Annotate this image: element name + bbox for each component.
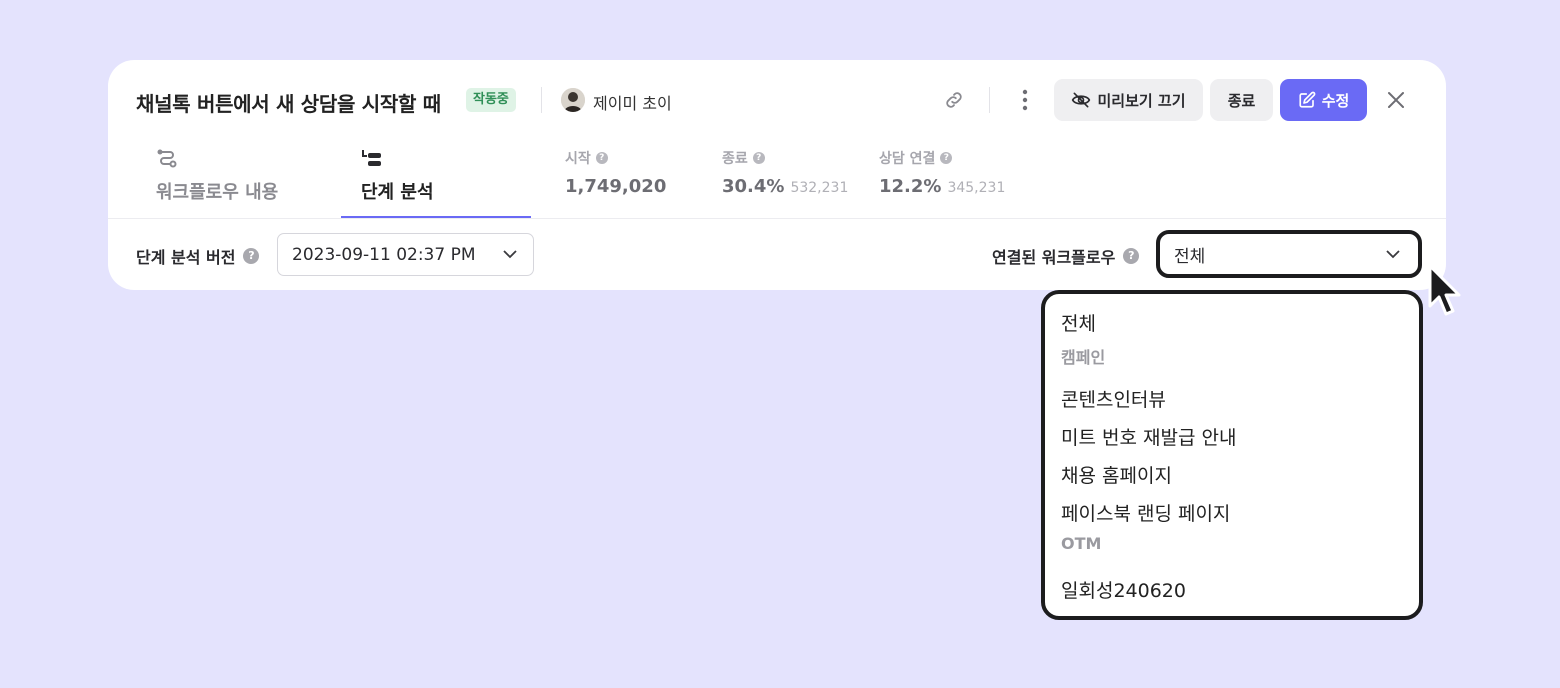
stat-label: 상담 연결 [879,151,936,167]
help-icon[interactable]: ? [595,152,608,164]
stat-value: 12.2% [879,176,942,197]
step-analysis-icon [361,148,383,174]
edit-icon [1299,91,1316,108]
tab-bar: 워크플로우 내용 단계 분석 시작? 1,749,020 종료? 30.4% 53… [108,144,1446,218]
workflow-filter-label: 연결된 워크플로우 ? [992,244,1140,268]
dropdown-group-otm: OTM [1061,534,1102,553]
more-vertical-icon [1022,89,1028,111]
stat-consult-connected: 상담 연결? 12.2% 345,231 [879,148,1005,197]
version-label: 단계 분석 버전 [136,248,236,267]
preview-off-button[interactable]: 미리보기 끄기 [1054,79,1203,121]
stat-count: 532,231 [790,180,849,196]
divider [989,87,990,113]
version-filter-label: 단계 분석 버전 ? [136,244,260,268]
workflow-select-value: 전체 [1174,246,1206,267]
workflow-panel: 채널톡 버튼에서 새 상담을 시작할 때 작동중 제이미 초이 미리보기 끄기 … [108,60,1446,290]
help-icon[interactable]: ? [1123,248,1140,264]
copy-link-button[interactable] [940,86,968,114]
dropdown-option[interactable]: 페이스북 랜딩 페이지 [1061,499,1230,526]
version-select[interactable]: 2023-09-11 02:37 PM [277,233,534,276]
edit-button[interactable]: 수정 [1280,79,1367,121]
edit-label: 수정 [1321,91,1350,110]
owner-name: 제이미 초이 [593,94,672,113]
stat-label: 시작 [565,151,591,167]
version-select-value: 2023-09-11 02:37 PM [292,244,476,265]
link-icon [946,92,962,108]
dropdown-option-all[interactable]: 전체 [1061,309,1096,336]
status-badge: 작동중 [466,88,516,112]
workflow-dropdown-menu: 전체 캠페인 콘텐츠인터뷰 미트 번호 재발급 안내 채용 홈페이지 페이스북 … [1041,290,1423,620]
preview-off-label: 미리보기 끄기 [1097,91,1186,110]
workflow-select[interactable]: 전체 [1156,230,1422,278]
avatar [561,88,585,112]
dropdown-option[interactable]: 일회성240620 [1061,576,1186,603]
close-button[interactable] [1384,88,1408,112]
tab-label: 단계 분석 [361,182,434,203]
workflow-icon [156,148,178,174]
stat-end: 종료? 30.4% 532,231 [722,148,848,197]
help-icon[interactable]: ? [243,248,260,264]
stat-count: 345,231 [947,180,1006,196]
end-button[interactable]: 종료 [1210,79,1273,121]
dropdown-option[interactable]: 미트 번호 재발급 안내 [1061,423,1236,450]
tab-workflow-content[interactable]: 워크플로우 내용 [136,144,336,218]
divider [541,87,542,113]
eye-off-icon [1072,92,1091,108]
dropdown-option[interactable]: 채용 홈페이지 [1061,461,1172,488]
help-icon[interactable]: ? [752,152,765,164]
page-title: 채널톡 버튼에서 새 상담을 시작할 때 [136,92,441,116]
help-icon[interactable]: ? [940,152,953,164]
close-icon [1388,92,1404,108]
chevron-down-icon [503,250,517,259]
stat-label: 종료 [722,151,748,167]
stat-start: 시작? 1,749,020 [565,148,666,197]
more-options-button[interactable] [1011,86,1039,114]
stat-value: 30.4% [722,176,785,197]
chevron-down-icon [1386,249,1400,258]
panel-header: 채널톡 버튼에서 새 상담을 시작할 때 작동중 제이미 초이 미리보기 끄기 … [108,60,1446,140]
tab-label: 워크플로우 내용 [156,182,279,203]
divider [108,218,1446,219]
dropdown-group-campaign: 캠페인 [1061,348,1106,367]
stat-value: 1,749,020 [565,176,667,197]
workflow-label: 연결된 워크플로우 [992,248,1116,267]
mouse-cursor-icon [1426,262,1466,330]
dropdown-option[interactable]: 콘텐츠인터뷰 [1061,385,1166,412]
tab-step-analysis[interactable]: 단계 분석 [341,144,531,218]
end-label: 종료 [1227,91,1256,110]
